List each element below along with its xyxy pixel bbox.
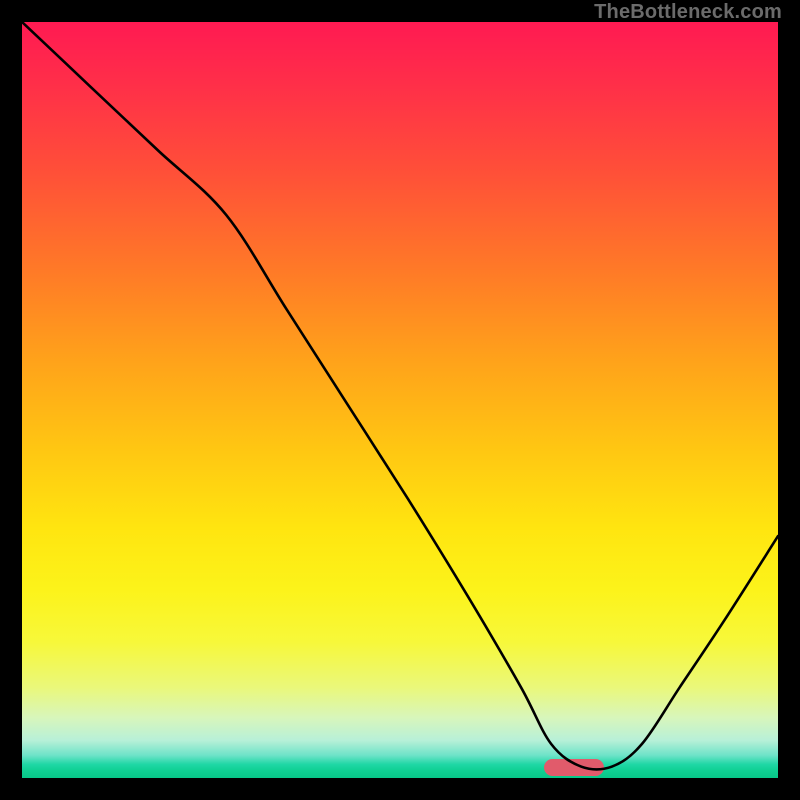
background-gradient [22, 22, 778, 778]
highlight-pill [544, 759, 604, 776]
watermark-text: TheBottleneck.com [594, 1, 782, 24]
chart-frame: TheBottleneck.com [0, 0, 800, 800]
plot-area [22, 22, 778, 778]
